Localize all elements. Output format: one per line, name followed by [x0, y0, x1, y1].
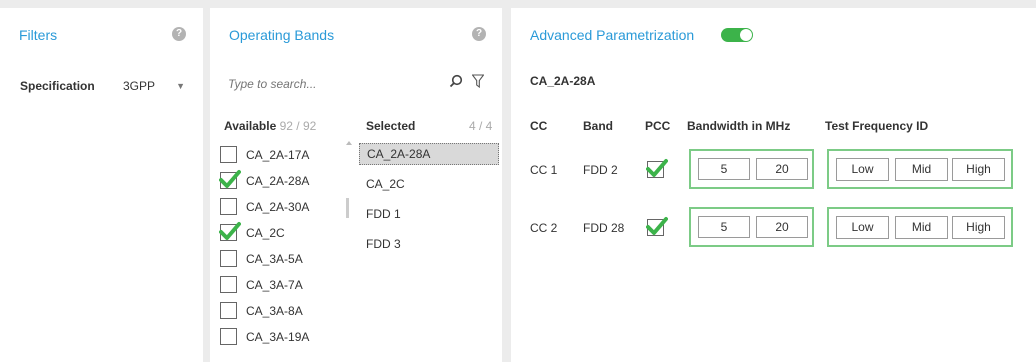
- available-band-item[interactable]: CA_2A-17A: [220, 145, 338, 167]
- column-header-bandwidth: Bandwidth in MHz: [687, 119, 791, 133]
- band-checkbox[interactable]: [220, 250, 237, 267]
- frequency-high-button[interactable]: High: [952, 216, 1005, 239]
- available-band-item[interactable]: CA_3A-5A: [220, 249, 338, 271]
- band-label: CA_3A-8A: [246, 304, 303, 318]
- column-header-cc: CC: [530, 119, 548, 133]
- help-icon[interactable]: ?: [172, 27, 186, 41]
- frequency-low-button[interactable]: Low: [836, 216, 889, 239]
- scroll-thumb[interactable]: [346, 198, 349, 218]
- band-checkbox[interactable]: [220, 328, 237, 345]
- band-checkbox[interactable]: [219, 222, 241, 241]
- selected-band-item[interactable]: CA_2C: [359, 173, 499, 195]
- filters-title: Filters: [19, 27, 58, 43]
- operating-bands-title: Operating Bands: [229, 27, 335, 43]
- selected-count: 4 / 4: [469, 119, 493, 133]
- cc-label: CC 2: [530, 221, 558, 235]
- toggle-knob: [740, 29, 752, 41]
- bandwidth-group: 5 20: [689, 149, 814, 189]
- bandwidth-group: 5 20: [689, 207, 814, 247]
- available-scrollbar[interactable]: [342, 138, 352, 362]
- band-label: FDD 28: [583, 221, 625, 235]
- available-band-item[interactable]: CA_2A-28A: [219, 170, 338, 193]
- advanced-parametrization-title: Advanced Parametrization: [530, 27, 695, 43]
- available-band-item[interactable]: CA_2C: [219, 222, 338, 245]
- frequency-mid-button[interactable]: Mid: [895, 158, 948, 181]
- checkmark-icon: [219, 222, 241, 240]
- band-checkbox[interactable]: [220, 198, 237, 215]
- frequency-mid-button[interactable]: Mid: [895, 216, 948, 239]
- band-label: CA_3A-7A: [246, 278, 303, 292]
- checkmark-icon: [219, 170, 241, 188]
- band-checkbox[interactable]: [220, 302, 237, 319]
- combination-name: CA_2A-28A: [530, 74, 596, 88]
- cc-label: CC 1: [530, 163, 558, 177]
- available-band-item[interactable]: CA_3A-7A: [220, 275, 338, 297]
- selected-label: Selected: [366, 119, 416, 133]
- filters-panel: Filters ? Specification 3GPP ▼: [0, 8, 203, 362]
- band-label: CA_2A-17A: [246, 148, 310, 162]
- column-header-band: Band: [583, 119, 613, 133]
- band-checkbox[interactable]: [220, 276, 237, 293]
- search-icon[interactable]: [449, 74, 463, 88]
- band-label: CA_3A-19A: [246, 330, 310, 344]
- band-search-input[interactable]: [228, 77, 428, 91]
- test-frequency-group: Low Mid High: [827, 149, 1013, 189]
- filter-icon[interactable]: [472, 74, 484, 88]
- scroll-up-arrow-icon[interactable]: [346, 141, 352, 145]
- band-label: CA_2A-30A: [246, 200, 310, 214]
- available-band-item[interactable]: CA_3A-8A: [220, 301, 338, 323]
- selected-band-item[interactable]: FDD 1: [359, 203, 499, 225]
- band-checkbox[interactable]: [220, 146, 237, 163]
- band-label: CA_2C: [246, 226, 285, 240]
- selected-band-item[interactable]: FDD 3: [359, 233, 499, 255]
- pcc-checkbox[interactable]: [646, 217, 668, 236]
- pcc-checkbox[interactable]: [646, 159, 668, 178]
- available-band-item[interactable]: CA_2A-30A: [220, 197, 338, 219]
- checkmark-icon: [646, 217, 668, 235]
- bandwidth-input[interactable]: 5: [698, 216, 750, 238]
- column-header-pcc: PCC: [645, 119, 671, 133]
- band-label: CA_3A-5A: [246, 252, 303, 266]
- specification-value: 3GPP: [123, 79, 156, 93]
- selected-band-item[interactable]: CA_2A-28A: [359, 143, 499, 165]
- band-label: CA_2A-28A: [246, 174, 310, 188]
- advanced-parametrization-panel: Advanced Parametrization CA_2A-28A CC Ba…: [511, 8, 1036, 362]
- frequency-low-button[interactable]: Low: [836, 158, 889, 181]
- specification-label: Specification: [20, 79, 95, 93]
- band-label: FDD 2: [583, 163, 618, 177]
- available-label: Available: [224, 119, 277, 133]
- bandwidth-input[interactable]: 5: [698, 158, 750, 180]
- bandwidth-input[interactable]: 20: [756, 158, 808, 180]
- column-header-test-frequency: Test Frequency ID: [825, 119, 929, 133]
- advanced-parametrization-toggle[interactable]: [721, 28, 753, 42]
- operating-bands-panel: Operating Bands ? Available 92 / 92 Sele…: [210, 8, 502, 362]
- specification-select[interactable]: 3GPP ▼: [117, 75, 193, 97]
- chevron-down-icon: ▼: [176, 81, 185, 91]
- available-count: 92 / 92: [279, 119, 317, 133]
- test-frequency-group: Low Mid High: [827, 207, 1013, 247]
- bandwidth-input[interactable]: 20: [756, 216, 808, 238]
- available-band-item[interactable]: CA_3A-19A: [220, 327, 338, 349]
- checkmark-icon: [646, 159, 668, 177]
- band-checkbox[interactable]: [219, 170, 241, 189]
- frequency-high-button[interactable]: High: [952, 158, 1005, 181]
- help-icon[interactable]: ?: [472, 27, 486, 41]
